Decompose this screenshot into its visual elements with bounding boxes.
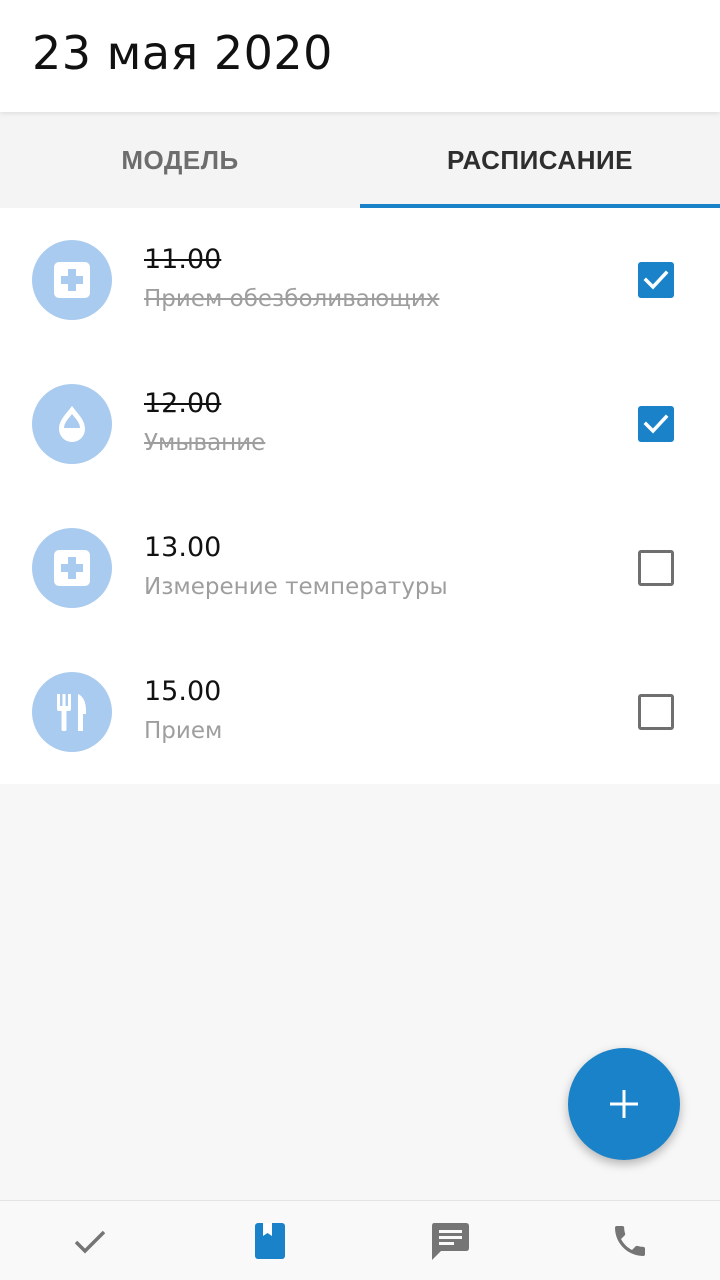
checkmark-icon <box>74 1230 106 1254</box>
schedule-item[interactable]: 11.00 Прием обезболивающих <box>0 208 720 352</box>
schedule-item[interactable]: 13.00 Измерение температуры <box>0 496 720 640</box>
schedule-time: 11.00 <box>144 244 222 275</box>
app-bar: 23 мая 2020 <box>0 0 720 112</box>
medical-cross-icon <box>32 528 112 608</box>
bookmark-book-icon <box>255 1223 285 1259</box>
page-title: 23 мая 2020 <box>32 26 333 80</box>
schedule-item[interactable]: 15.00 Прием <box>0 640 720 784</box>
schedule-list: 11.00 Прием обезболивающих 12.00 Умывани… <box>0 208 720 784</box>
water-drop-icon <box>32 384 112 464</box>
nav-schedule[interactable] <box>180 1201 360 1280</box>
done-checkbox[interactable] <box>638 694 674 730</box>
done-checkbox[interactable] <box>638 262 674 298</box>
schedule-title: Прием <box>144 718 223 744</box>
schedule-title: Умывание <box>144 430 266 456</box>
done-checkbox[interactable] <box>638 406 674 442</box>
schedule-time: 15.00 <box>144 676 222 707</box>
tab-bar: МОДЕЛЬ РАСПИСАНИЕ <box>0 112 720 208</box>
phone-icon <box>615 1226 645 1256</box>
fork-knife-icon <box>32 672 112 752</box>
nav-tasks[interactable] <box>0 1201 180 1280</box>
nav-messages[interactable] <box>360 1201 540 1280</box>
chat-message-icon <box>432 1223 469 1260</box>
schedule-title: Прием обезболивающих <box>144 286 440 312</box>
schedule-item[interactable]: 12.00 Умывание <box>0 352 720 496</box>
medical-cross-icon <box>32 240 112 320</box>
schedule-title: Измерение температуры <box>144 574 448 600</box>
tab-schedule[interactable]: РАСПИСАНИЕ <box>360 112 720 208</box>
schedule-time: 13.00 <box>144 532 222 563</box>
add-button[interactable] <box>568 1048 680 1160</box>
nav-call[interactable] <box>540 1201 720 1280</box>
bottom-navigation <box>0 1200 720 1280</box>
tab-model[interactable]: МОДЕЛЬ <box>0 112 360 208</box>
done-checkbox[interactable] <box>638 550 674 586</box>
schedule-time: 12.00 <box>144 388 222 419</box>
plus-icon <box>610 1090 638 1118</box>
